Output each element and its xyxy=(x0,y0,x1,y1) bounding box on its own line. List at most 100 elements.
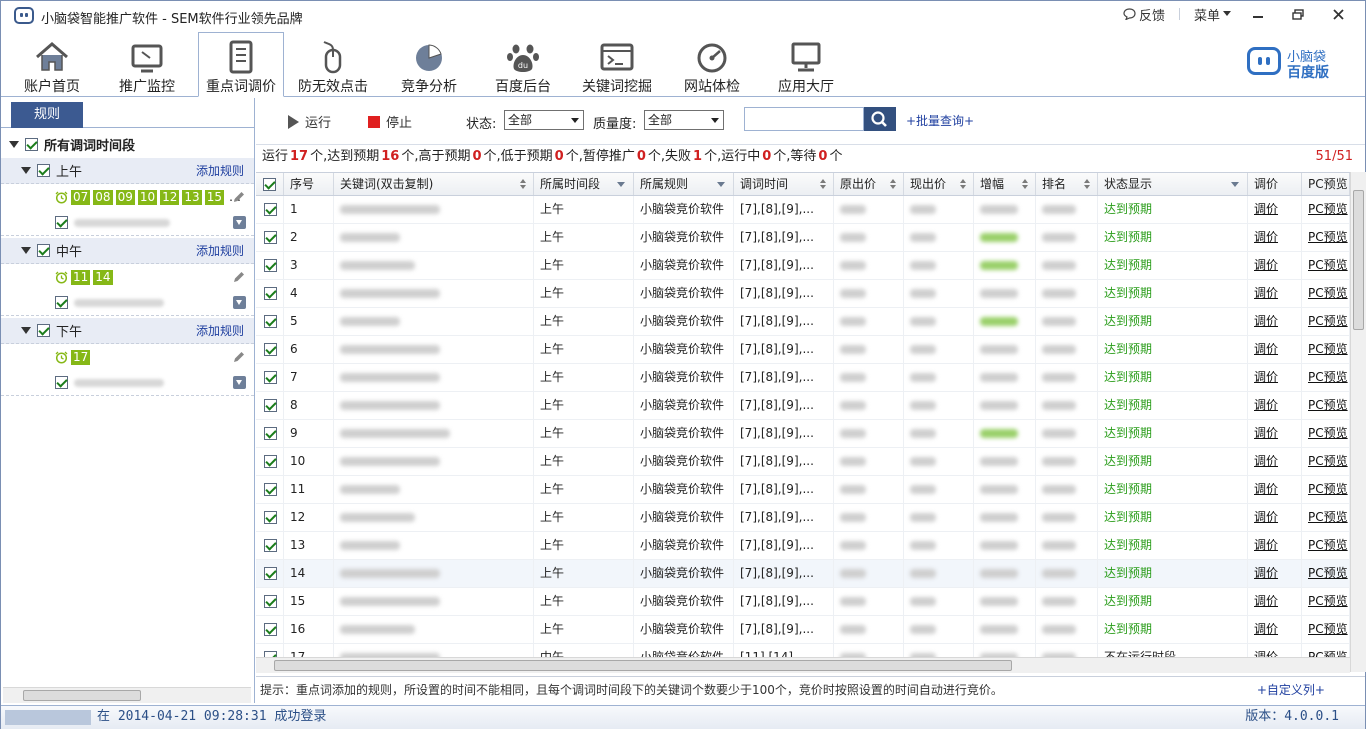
col-header-status[interactable]: 状态显示 xyxy=(1098,173,1248,195)
table-row[interactable]: 13 上午 小脑袋竞价软件 [7],[8],[9],... 达到预期 调价 PC预览 xyxy=(256,532,1350,560)
custom-columns-link[interactable]: +自定义列+ xyxy=(1257,677,1325,703)
rule-checkbox[interactable] xyxy=(55,296,68,309)
row-checkbox[interactable] xyxy=(264,371,277,384)
add-rule-link[interactable]: 添加规则 xyxy=(196,322,244,339)
add-rule-link[interactable]: 添加规则 xyxy=(196,162,244,179)
tab-promotion-monitor[interactable]: 推广监控 xyxy=(104,33,190,97)
pc-preview-link[interactable]: PC预览 xyxy=(1308,258,1348,272)
pc-preview-link[interactable]: PC预览 xyxy=(1308,566,1348,580)
keyword-search-input[interactable] xyxy=(744,107,864,131)
table-row[interactable]: 3 上午 小脑袋竞价软件 [7],[8],[9],... 达到预期 调价 PC预览 xyxy=(256,252,1350,280)
row-checkbox[interactable] xyxy=(264,231,277,244)
group-morning[interactable]: 上午 添加规则 xyxy=(1,158,254,184)
sort-icon[interactable] xyxy=(1084,179,1091,189)
table-row[interactable]: 7 上午 小脑袋竞价软件 [7],[8],[9],... 达到预期 调价 PC预览 xyxy=(256,364,1350,392)
col-header-period[interactable]: 所属时间段 xyxy=(534,173,634,195)
table-row[interactable]: 16 上午 小脑袋竞价软件 [7],[8],[9],... 达到预期 调价 PC预览 xyxy=(256,616,1350,644)
scroll-thumb[interactable] xyxy=(274,660,1012,671)
col-header-increase[interactable]: 增幅 xyxy=(974,173,1036,195)
tab-keyword-mining[interactable]: 关键词挖掘 xyxy=(574,33,660,97)
group-checkbox[interactable] xyxy=(37,244,50,257)
adjust-link[interactable]: 调价 xyxy=(1254,258,1278,272)
run-button[interactable]: 运行 xyxy=(288,112,331,131)
pc-preview-link[interactable]: PC预览 xyxy=(1308,370,1348,384)
table-row[interactable]: 9 上午 小脑袋竞价软件 [7],[8],[9],... 达到预期 调价 PC预览 xyxy=(256,420,1350,448)
row-checkbox[interactable] xyxy=(264,483,277,496)
row-checkbox[interactable] xyxy=(264,315,277,328)
col-header-pc-preview[interactable]: PC预览 xyxy=(1302,173,1350,195)
status-filter-select[interactable]: 全部 xyxy=(504,110,584,130)
adjust-link[interactable]: 调价 xyxy=(1254,538,1278,552)
col-header-rank[interactable]: 排名 xyxy=(1036,173,1098,195)
sort-icon[interactable] xyxy=(820,179,827,189)
adjust-link[interactable]: 调价 xyxy=(1254,622,1278,636)
adjust-link[interactable]: 调价 xyxy=(1254,426,1278,440)
pc-preview-link[interactable]: PC预览 xyxy=(1308,482,1348,496)
row-checkbox[interactable] xyxy=(264,455,277,468)
row-checkbox[interactable] xyxy=(264,511,277,524)
table-row[interactable]: 12 上午 小脑袋竞价软件 [7],[8],[9],... 达到预期 调价 PC预览 xyxy=(256,504,1350,532)
adjust-link[interactable]: 调价 xyxy=(1254,314,1278,328)
adjust-link[interactable]: 调价 xyxy=(1254,398,1278,412)
group-afternoon[interactable]: 下午 添加规则 xyxy=(1,318,254,344)
grid-vertical-scrollbar[interactable] xyxy=(1350,172,1366,672)
add-rule-link[interactable]: 添加规则 xyxy=(196,242,244,259)
left-horizontal-scrollbar[interactable] xyxy=(3,687,251,703)
table-row[interactable]: 10 上午 小脑袋竞价软件 [7],[8],[9],... 达到预期 调价 PC预览 xyxy=(256,448,1350,476)
table-row[interactable]: 5 上午 小脑袋竞价软件 [7],[8],[9],... 达到预期 调价 PC预览 xyxy=(256,308,1350,336)
adjust-link[interactable]: 调价 xyxy=(1254,286,1278,300)
col-header-rule[interactable]: 所属规则 xyxy=(634,173,734,195)
time-slot-row[interactable]: 07 08 09 10 12 13 15 … xyxy=(1,184,254,210)
sort-icon[interactable] xyxy=(890,179,897,189)
row-checkbox[interactable] xyxy=(264,623,277,636)
pencil-icon[interactable] xyxy=(232,270,246,284)
pc-preview-link[interactable]: PC预览 xyxy=(1308,510,1348,524)
rule-item[interactable] xyxy=(1,210,254,236)
row-checkbox[interactable] xyxy=(264,539,277,552)
row-checkbox[interactable] xyxy=(264,399,277,412)
rule-checkbox[interactable] xyxy=(55,376,68,389)
filter-dropdown-icon[interactable] xyxy=(617,182,625,187)
group-checkbox[interactable] xyxy=(37,164,50,177)
adjust-link[interactable]: 调价 xyxy=(1254,342,1278,356)
expand-arrow-icon[interactable] xyxy=(21,167,31,174)
adjust-link[interactable]: 调价 xyxy=(1254,370,1278,384)
sort-icon[interactable] xyxy=(1022,179,1029,189)
dropdown-icon[interactable] xyxy=(233,296,246,309)
row-checkbox[interactable] xyxy=(264,287,277,300)
pc-preview-link[interactable]: PC预览 xyxy=(1308,594,1348,608)
grid-horizontal-scrollbar[interactable] xyxy=(256,657,1350,673)
scroll-thumb[interactable] xyxy=(1353,190,1364,330)
expand-arrow-icon[interactable] xyxy=(21,247,31,254)
col-header-original-bid[interactable]: 原出价 xyxy=(834,173,904,195)
table-row[interactable]: 14 上午 小脑袋竞价软件 [7],[8],[9],... 达到预期 调价 PC预览 xyxy=(256,560,1350,588)
pc-preview-link[interactable]: PC预览 xyxy=(1308,454,1348,468)
table-row[interactable]: 6 上午 小脑袋竞价软件 [7],[8],[9],... 达到预期 调价 PC预览 xyxy=(256,336,1350,364)
pc-preview-link[interactable]: PC预览 xyxy=(1308,314,1348,328)
dropdown-icon[interactable] xyxy=(233,376,246,389)
tab-account-home[interactable]: 账户首页 xyxy=(9,33,95,97)
col-header-adjust[interactable]: 调价 xyxy=(1248,173,1302,195)
scroll-thumb[interactable] xyxy=(23,690,141,701)
row-checkbox[interactable] xyxy=(264,259,277,272)
root-checkbox[interactable] xyxy=(25,137,38,151)
select-all-checkbox[interactable] xyxy=(263,178,276,191)
adjust-link[interactable]: 调价 xyxy=(1254,510,1278,524)
tab-rules[interactable]: 规则 xyxy=(11,102,83,128)
pc-preview-link[interactable]: PC预览 xyxy=(1308,202,1348,216)
pc-preview-link[interactable]: PC预览 xyxy=(1308,398,1348,412)
tree-root[interactable]: 所有调词时间段 xyxy=(1,130,254,158)
row-checkbox[interactable] xyxy=(264,427,277,440)
pc-preview-link[interactable]: PC预览 xyxy=(1308,622,1348,636)
col-header-no[interactable]: 序号 xyxy=(284,173,334,195)
adjust-link[interactable]: 调价 xyxy=(1254,566,1278,580)
row-checkbox[interactable] xyxy=(264,343,277,356)
group-checkbox[interactable] xyxy=(37,324,50,337)
pc-preview-link[interactable]: PC预览 xyxy=(1308,342,1348,356)
filter-dropdown-icon[interactable] xyxy=(717,182,725,187)
table-row[interactable]: 8 上午 小脑袋竞价软件 [7],[8],[9],... 达到预期 调价 PC预览 xyxy=(256,392,1350,420)
adjust-link[interactable]: 调价 xyxy=(1254,230,1278,244)
tab-baidu-backend[interactable]: du 百度后台 xyxy=(480,33,566,97)
sort-icon[interactable] xyxy=(960,179,967,189)
pc-preview-link[interactable]: PC预览 xyxy=(1308,286,1348,300)
